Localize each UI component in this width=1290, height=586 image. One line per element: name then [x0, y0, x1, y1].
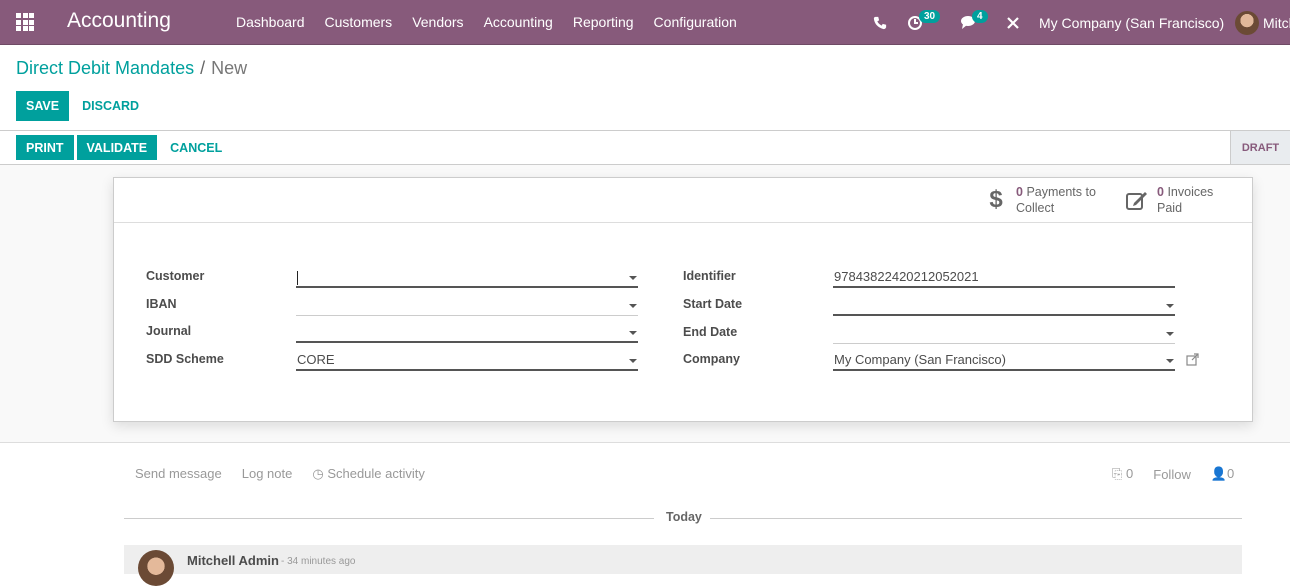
edit-icon	[1125, 189, 1149, 211]
end-date-field[interactable]	[833, 322, 1175, 344]
top-navbar: Accounting Dashboard Customers Vendors A…	[0, 0, 1290, 45]
invoices-paid-button[interactable]: 0 Invoices Paid	[1125, 178, 1213, 222]
breadcrumb-parent[interactable]: Direct Debit Mandates	[16, 58, 194, 78]
schedule-activity-button[interactable]: ◷ Schedule activity	[312, 466, 425, 482]
chatter-message: Mitchell Admin - 34 minutes ago	[124, 545, 1242, 586]
menu-accounting[interactable]: Accounting	[484, 14, 553, 30]
menu-reporting[interactable]: Reporting	[573, 14, 634, 30]
main-menu: Dashboard Customers Vendors Accounting R…	[236, 14, 737, 30]
activity-menu[interactable]: 30	[907, 0, 941, 45]
breadcrumb-separator: /	[200, 58, 206, 78]
payments-label: Payments to	[1026, 185, 1096, 199]
activity-count-badge: 30	[919, 9, 941, 23]
follow-button[interactable]: Follow	[1153, 467, 1191, 482]
paperclip-icon: ⎘	[1112, 466, 1123, 481]
invoices-label: Invoices	[1167, 185, 1214, 199]
chatter-topbar: Send message Log note ◷ Schedule activit…	[135, 466, 425, 482]
payments-label-2: Collect	[1016, 201, 1055, 215]
form-sheet: $ 0 Payments to Collect 0 Invoices Paid …	[113, 177, 1253, 422]
send-message-button[interactable]: Send message	[135, 466, 222, 482]
iban-field[interactable]	[296, 294, 638, 316]
dropdown-caret-icon	[629, 276, 637, 280]
invoices-label-2: Paid	[1157, 201, 1183, 215]
payments-count: 0	[1016, 185, 1023, 199]
customer-label: Customer	[146, 269, 205, 283]
identifier-value: 97843822420212052021	[834, 269, 979, 284]
menu-customers[interactable]: Customers	[325, 14, 393, 30]
company-label: Company	[683, 352, 740, 366]
print-button[interactable]: PRINT	[16, 135, 74, 160]
apps-menu-icon[interactable]	[16, 13, 34, 31]
cancel-button[interactable]: CANCEL	[160, 135, 232, 160]
breadcrumb: Direct Debit Mandates / New	[16, 58, 247, 79]
menu-dashboard[interactable]: Dashboard	[236, 14, 305, 30]
date-separator: Today	[124, 510, 1242, 526]
customer-field[interactable]	[296, 266, 638, 288]
user-name: Mitch	[1263, 14, 1290, 31]
debug-tools-icon[interactable]	[1006, 0, 1020, 45]
app-name[interactable]: Accounting	[67, 9, 171, 33]
messages-count-badge: 4	[972, 9, 988, 23]
smart-button-box: $ 0 Payments to Collect 0 Invoices Paid	[114, 178, 1252, 223]
menu-configuration[interactable]: Configuration	[654, 14, 737, 30]
payments-to-collect-button[interactable]: $ 0 Payments to Collect	[984, 178, 1096, 222]
identifier-field[interactable]: 97843822420212052021	[833, 266, 1175, 288]
user-menu[interactable]: Mitch	[1235, 0, 1290, 45]
iban-label: IBAN	[146, 297, 177, 311]
invoices-count: 0	[1157, 185, 1164, 199]
author-avatar[interactable]	[138, 550, 174, 586]
user-icon: 👤	[1210, 466, 1228, 481]
sdd-scheme-select[interactable]: CORE	[296, 349, 638, 371]
start-date-field[interactable]	[833, 294, 1175, 316]
dollar-icon: $	[989, 186, 1003, 213]
menu-vendors[interactable]: Vendors	[412, 14, 463, 30]
sdd-scheme-label: SDD Scheme	[146, 352, 224, 366]
status-draft[interactable]: DRAFT	[1230, 131, 1290, 164]
message-date: - 34 minutes ago	[281, 556, 356, 567]
phone-icon[interactable]	[873, 0, 887, 45]
dropdown-caret-icon	[1166, 332, 1174, 336]
external-link-icon[interactable]	[1186, 353, 1199, 371]
messaging-menu[interactable]: 4	[961, 0, 988, 45]
today-label: Today	[666, 510, 702, 524]
attachments-button[interactable]: ⎘ 0	[1112, 466, 1133, 482]
journal-label: Journal	[146, 324, 192, 338]
dropdown-caret-icon	[1166, 359, 1174, 363]
identifier-label: Identifier	[683, 269, 736, 283]
dropdown-caret-icon	[1166, 304, 1174, 308]
form-statusbar: PRINT VALIDATE CANCEL DRAFT	[0, 130, 1290, 165]
company-switcher[interactable]: My Company (San Francisco)	[1039, 0, 1224, 45]
user-avatar	[1235, 10, 1259, 35]
company-field[interactable]: My Company (San Francisco)	[833, 349, 1175, 371]
save-button[interactable]: SAVE	[16, 91, 70, 121]
end-date-label: End Date	[683, 325, 738, 339]
discard-button[interactable]: DISCARD	[72, 91, 149, 120]
chatter-follow-bar: ⎘ 0 Follow 👤0	[1112, 466, 1234, 482]
text-cursor	[297, 270, 298, 285]
dropdown-caret-icon	[629, 331, 637, 335]
journal-field[interactable]	[296, 321, 638, 343]
validate-button[interactable]: VALIDATE	[76, 135, 158, 160]
clock-icon: ◷	[312, 466, 328, 481]
dropdown-caret-icon	[629, 359, 637, 363]
followers-button[interactable]: 👤0	[1211, 466, 1234, 482]
dropdown-caret-icon	[629, 304, 637, 308]
breadcrumb-current: New	[211, 58, 248, 78]
message-author[interactable]: Mitchell Admin	[187, 553, 279, 568]
log-note-button[interactable]: Log note	[242, 466, 293, 482]
start-date-label: Start Date	[683, 297, 743, 311]
